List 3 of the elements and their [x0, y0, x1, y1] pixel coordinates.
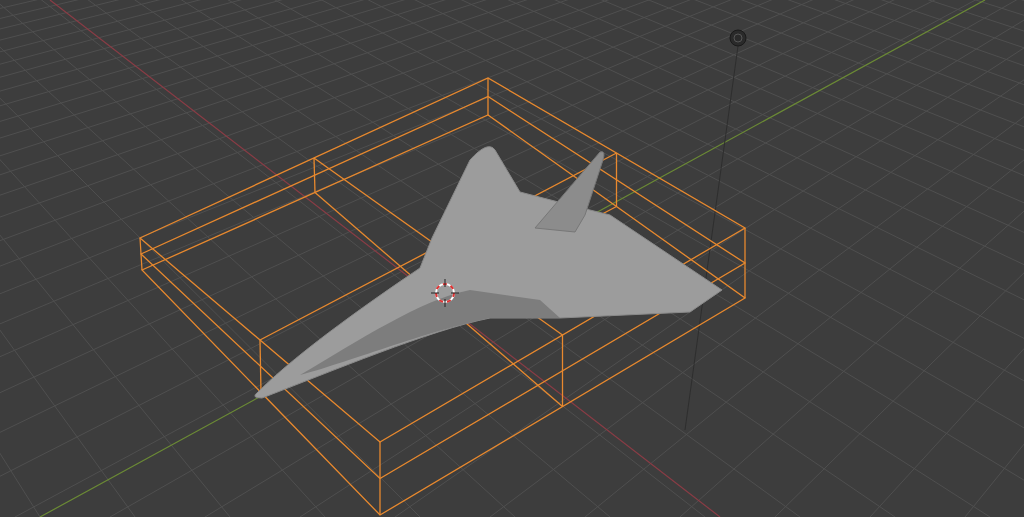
3d-cursor-icon[interactable]	[430, 278, 460, 308]
light-icon[interactable]	[729, 29, 747, 47]
airplane-model[interactable]	[254, 146, 723, 399]
